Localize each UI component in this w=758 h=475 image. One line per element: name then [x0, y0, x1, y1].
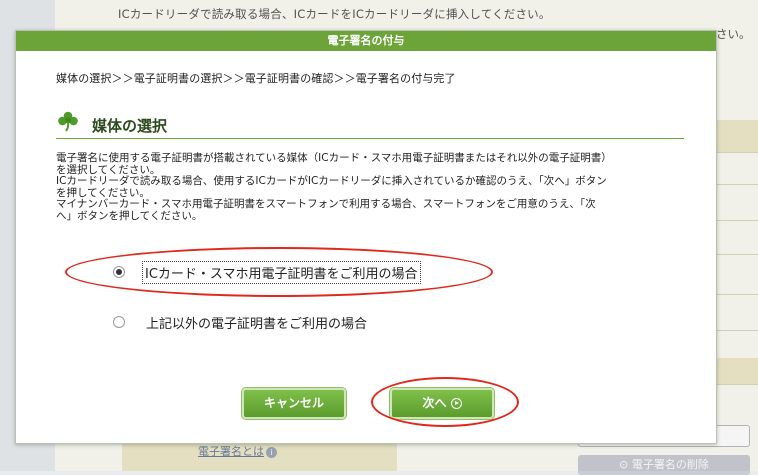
dialog-title: 電子署名の付与	[16, 31, 716, 51]
cancel-button[interactable]: キャンセル	[242, 388, 346, 419]
arrow-circle-icon	[450, 398, 462, 409]
instructions: 電子署名に使用する電子証明書が搭載されている媒体（ICカード・スマホ用電子証明書…	[56, 152, 612, 222]
media-option-ic-card[interactable]: ICカード・スマホ用電子証明書をご利用の場合	[113, 260, 421, 284]
section-header: 媒体の選択	[56, 110, 684, 139]
clover-icon	[58, 111, 78, 132]
radio-other[interactable]	[113, 316, 125, 328]
next-button[interactable]: 次へ	[390, 388, 494, 419]
section-title: 媒体の選択	[92, 117, 168, 135]
option-label-other[interactable]: 上記以外の電子証明書をご利用の場合	[146, 313, 367, 332]
option-label-ic-card[interactable]: ICカード・スマホ用電子証明書をご利用の場合	[142, 260, 421, 284]
signature-dialog: 電子署名の付与 媒体の選択＞＞電子証明書の選択＞＞電子証明書の確認＞＞電子署名の…	[15, 30, 717, 444]
radio-ic-card[interactable]	[113, 266, 125, 278]
media-option-other[interactable]: 上記以外の電子証明書をご利用の場合	[113, 312, 367, 332]
breadcrumb: 媒体の選択＞＞電子証明書の選択＞＞電子証明書の確認＞＞電子署名の付与完了	[56, 72, 456, 85]
